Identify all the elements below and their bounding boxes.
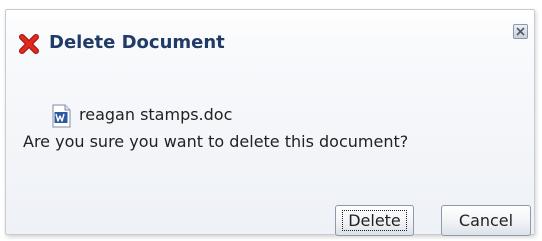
delete-button-label: Delete xyxy=(348,211,401,230)
confirmation-message: Are you sure you want to delete this doc… xyxy=(23,132,409,151)
error-x-icon xyxy=(18,33,40,55)
dialog-title: Delete Document xyxy=(49,32,225,53)
dialog-body: reagan stamps.doc Are you sure you want … xyxy=(6,62,534,172)
cancel-button-label: Cancel xyxy=(458,211,514,230)
word-document-icon xyxy=(50,104,72,128)
delete-document-dialog: Delete Document reagan stamps.doc Are yo… xyxy=(5,9,535,236)
dialog-header: Delete Document xyxy=(6,10,534,62)
close-button[interactable] xyxy=(513,24,528,39)
close-icon xyxy=(516,27,525,36)
file-name: reagan stamps.doc xyxy=(79,105,233,124)
cancel-button[interactable]: Cancel xyxy=(441,205,531,236)
delete-button[interactable]: Delete xyxy=(335,205,414,236)
